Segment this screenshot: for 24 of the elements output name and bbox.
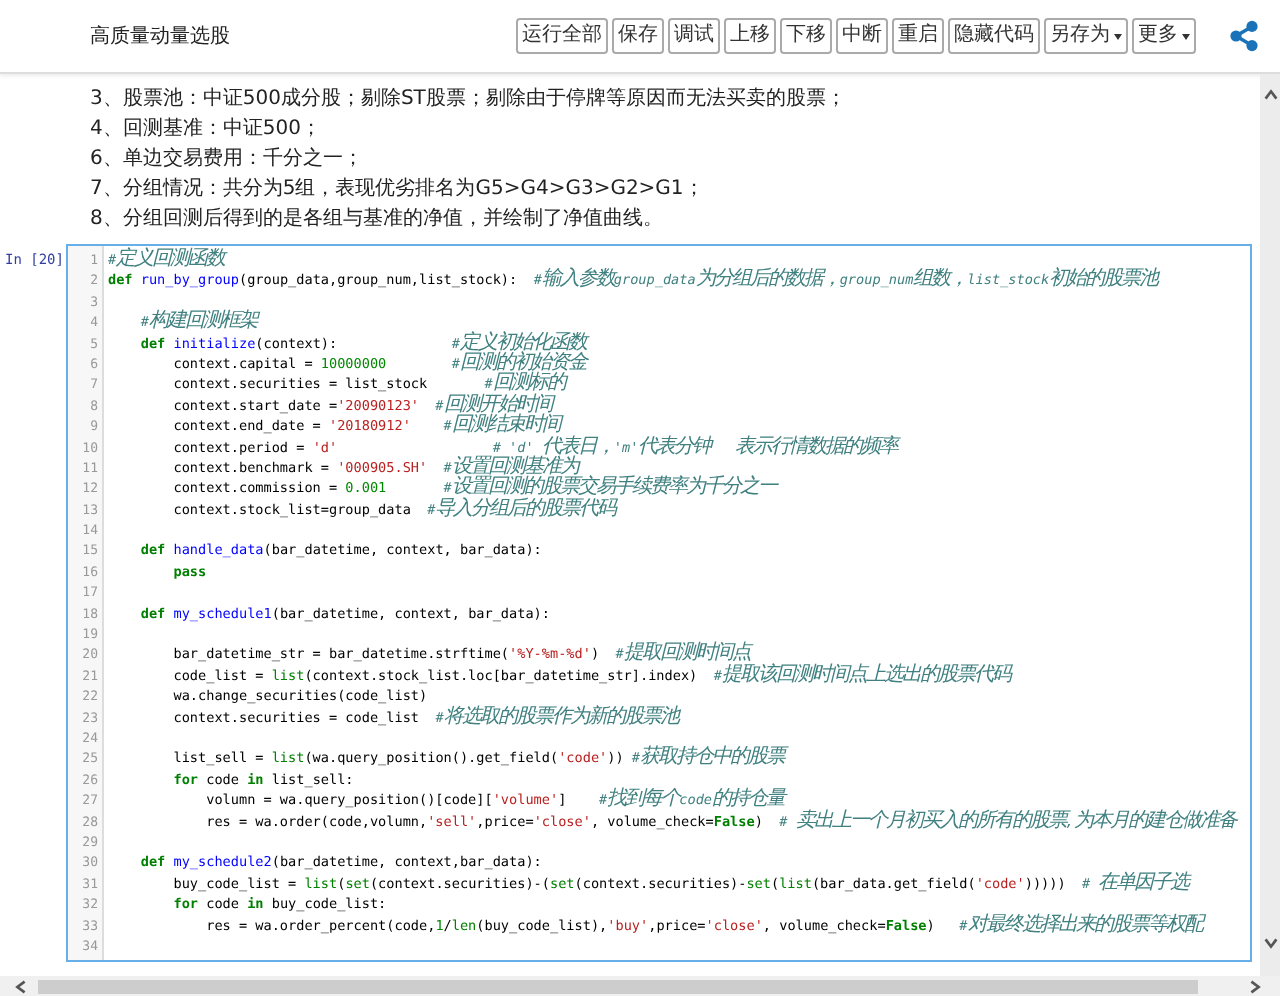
toolbar-button[interactable]: 隐藏代码 — [948, 18, 1040, 54]
scrollbar-thumb[interactable] — [38, 979, 1198, 993]
toolbar-button[interactable]: 中断 — [836, 18, 888, 54]
toolbar-button[interactable]: 上移 — [724, 18, 776, 54]
markdown-line: 4、回测基准：中证500； — [90, 115, 321, 144]
markdown-line: 7、分组情况：共分为5组，表现优劣排名为G5>G4>G3>G2>G1； — [90, 175, 704, 204]
markdown-line: 6、单边交易费用：千分之一； — [90, 145, 363, 174]
toolbar-button[interactable]: 下移 — [780, 18, 832, 54]
scroll-down-icon[interactable] — [1261, 934, 1279, 952]
notebook-title: 高质量动量选股 — [90, 23, 232, 50]
toolbar-button[interactable]: 更多 — [1132, 18, 1196, 54]
toolbar-button[interactable]: 运行全部 — [516, 18, 608, 54]
scroll-left-icon[interactable] — [12, 977, 30, 995]
scroll-right-icon[interactable] — [1246, 977, 1264, 995]
scroll-up-icon[interactable] — [1261, 86, 1279, 104]
markdown-line: 8、分组回测后得到的是各组与基准的净值，并绘制了净值曲线。 — [90, 205, 663, 234]
share-icon[interactable] — [1228, 20, 1260, 52]
toolbar-button[interactable]: 另存为 — [1044, 18, 1128, 54]
toolbar-button[interactable]: 重启 — [892, 18, 944, 54]
toolbar-button[interactable]: 保存 — [612, 18, 664, 54]
markdown-line: 3、股票池：中证500成分股；剔除ST股票；剔除由于停牌等原因而无法买卖的股票； — [90, 85, 846, 114]
code-editor[interactable] — [66, 244, 1252, 963]
vertical-scrollbar[interactable] — [1260, 74, 1280, 976]
toolbar-button[interactable]: 调试 — [668, 18, 720, 54]
